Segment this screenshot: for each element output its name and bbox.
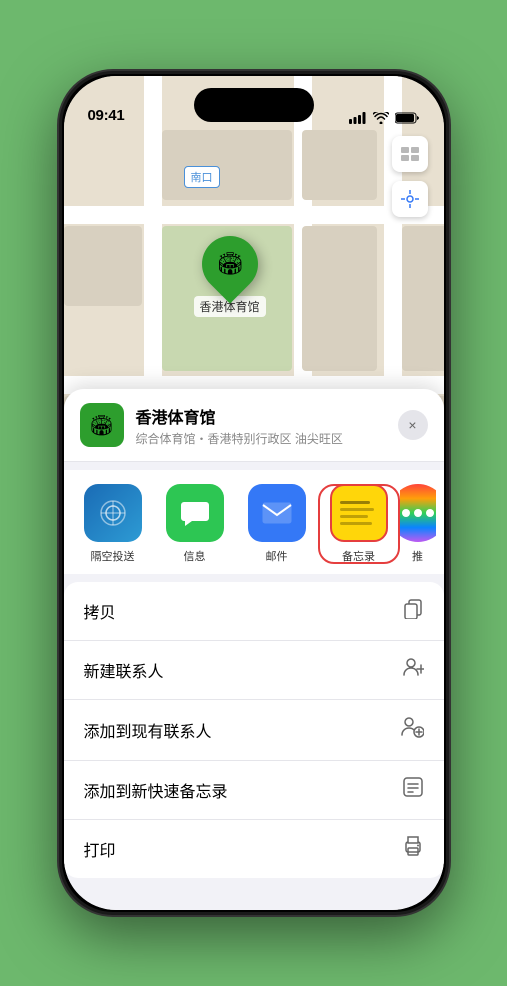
bottom-sheet: 🏟 香港体育馆 综合体育馆・香港特别行政区 油尖旺区 × (64, 389, 444, 910)
messages-icon (166, 484, 224, 542)
mail-label: 邮件 (266, 548, 288, 564)
print-icon (402, 835, 424, 863)
messages-label: 信息 (184, 548, 206, 564)
airdrop-icon (84, 484, 142, 542)
map-block (402, 226, 444, 371)
location-info: 香港体育馆 综合体育馆・香港特别行政区 油尖旺区 (136, 404, 386, 447)
action-print[interactable]: 打印 (64, 820, 444, 878)
action-add-existing[interactable]: 添加到现有联系人 (64, 700, 444, 761)
notes-icon (330, 484, 388, 542)
person-add-icon (402, 656, 424, 684)
location-subtitle: 综合体育馆・香港特别行政区 油尖旺区 (136, 430, 386, 447)
wifi-icon (373, 112, 389, 124)
share-item-notes[interactable]: 备忘录 (318, 484, 400, 564)
marker-pin: 🏟 (190, 224, 269, 303)
location-venue-icon: 🏟 (80, 403, 124, 447)
action-new-contact-label: 新建联系人 (84, 658, 164, 682)
note-add-icon (402, 776, 424, 804)
airdrop-label: 隔空投送 (91, 548, 135, 564)
map-block (64, 226, 142, 306)
signal-icon (349, 112, 367, 124)
status-time: 09:41 (88, 107, 125, 124)
location-button[interactable] (392, 181, 428, 217)
action-print-label: 打印 (84, 837, 116, 861)
action-copy[interactable]: 拷贝 (64, 582, 444, 641)
stadium-marker[interactable]: 🏟 香港体育馆 (194, 236, 266, 317)
map-block (302, 130, 377, 200)
battery-icon (395, 112, 420, 124)
status-icons (349, 112, 420, 124)
more-label: 推 (412, 548, 423, 564)
share-items-container: 隔空投送 信息 (64, 484, 444, 564)
map-block (302, 226, 377, 371)
action-add-quick-note[interactable]: 添加到新快速备忘录 (64, 761, 444, 820)
more-icon (400, 484, 436, 542)
share-item-mail[interactable]: 邮件 (236, 484, 318, 564)
location-header: 🏟 香港体育馆 综合体育馆・香港特别行政区 油尖旺区 × (64, 389, 444, 462)
action-add-existing-label: 添加到现有联系人 (84, 718, 212, 742)
action-new-contact[interactable]: 新建联系人 (64, 641, 444, 700)
share-item-airdrop[interactable]: 隔空投送 (72, 484, 154, 564)
notes-label: 备忘录 (342, 548, 375, 564)
action-list: 拷贝 新建联系人 (64, 582, 444, 878)
copy-icon (402, 597, 424, 625)
map-controls (392, 136, 428, 217)
location-name: 香港体育馆 (136, 404, 386, 428)
share-item-more[interactable]: 推 (400, 484, 436, 564)
share-item-messages[interactable]: 信息 (154, 484, 236, 564)
action-add-quick-note-label: 添加到新快速备忘录 (84, 778, 228, 802)
stadium-icon: 🏟 (216, 251, 244, 277)
map-south-entrance-label: 南口 (184, 166, 220, 188)
mail-icon (248, 484, 306, 542)
share-row: 隔空投送 信息 (64, 470, 444, 574)
notes-lines (332, 491, 386, 535)
map-type-button[interactable] (392, 136, 428, 172)
person-plus-icon (400, 715, 424, 745)
action-copy-label: 拷贝 (84, 599, 116, 623)
map-block (162, 130, 292, 200)
close-button[interactable]: × (398, 410, 428, 440)
dynamic-island (194, 88, 314, 122)
